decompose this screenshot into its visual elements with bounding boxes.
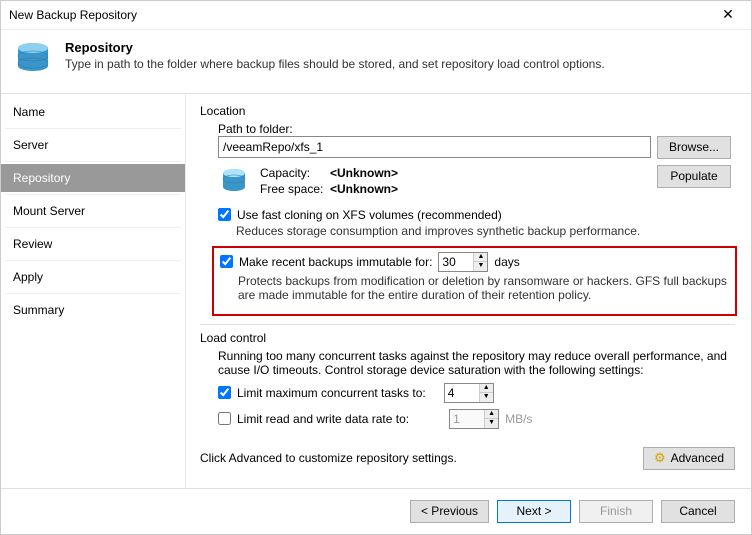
titlebar: New Backup Repository ✕ [1,1,751,30]
limit-tasks-label: Limit maximum concurrent tasks to: [237,386,426,400]
button-bar: < Previous Next > Finish Cancel [1,488,751,534]
populate-button[interactable]: Populate [657,165,731,188]
immutable-days-stepper[interactable]: ▲ ▼ [438,252,488,272]
sidebar-item-repository[interactable]: Repository [1,164,185,192]
limit-tasks-stepper[interactable]: ▲ ▼ [444,383,494,403]
sidebar-item-summary[interactable]: Summary [1,296,185,324]
stepper-up-icon[interactable]: ▲ [480,384,493,393]
path-input[interactable] [218,136,651,158]
finish-button: Finish [579,500,653,523]
limit-tasks-input[interactable] [445,384,479,402]
stepper-down-icon: ▼ [485,419,498,428]
main-panel: Location Path to folder: Browse... [186,94,751,488]
path-label: Path to folder: [218,122,731,136]
stepper-up-icon[interactable]: ▲ [474,253,487,262]
sidebar: Name Server Repository Mount Server Revi… [1,94,186,488]
page-subtitle: Type in path to the folder where backup … [65,57,605,71]
limit-tasks-checkbox[interactable] [218,386,231,399]
capacity-value: <Unknown> [330,166,398,180]
repository-icon [13,38,53,81]
fast-clone-hint: Reduces storage consumption and improves… [236,224,731,238]
page-title: Repository [65,40,605,55]
capacity-label: Capacity: [260,166,324,180]
immutable-label: Make recent backups immutable for: [239,255,432,269]
load-hint: Running too many concurrent tasks agains… [218,349,731,377]
advanced-button[interactable]: ⚙ Advanced [643,447,735,470]
free-space-value: <Unknown> [330,182,398,196]
fast-clone-checkbox[interactable] [218,208,231,221]
free-space-label: Free space: [260,182,324,196]
sidebar-item-review[interactable]: Review [1,230,185,258]
storage-icon [218,165,250,200]
cancel-button[interactable]: Cancel [661,500,735,523]
immutable-unit: days [494,255,519,269]
immutable-days-input[interactable] [439,253,473,271]
limit-rate-stepper: ▲ ▼ [449,409,499,429]
limit-rate-input [450,410,484,428]
previous-button[interactable]: < Previous [410,500,489,523]
limit-rate-unit: MB/s [505,412,532,426]
dialog-window: New Backup Repository ✕ Repository Type … [0,0,752,535]
stepper-up-icon: ▲ [485,410,498,419]
fast-clone-label: Use fast cloning on XFS volumes (recomme… [237,208,502,222]
sidebar-item-name[interactable]: Name [1,98,185,126]
browse-button[interactable]: Browse... [657,136,731,159]
sidebar-item-server[interactable]: Server [1,131,185,159]
immutable-hint: Protects backups from modification or de… [238,274,729,302]
advanced-button-label: Advanced [671,451,724,465]
next-button[interactable]: Next > [497,500,571,523]
header: Repository Type in path to the folder wh… [1,30,751,93]
load-section-label: Load control [200,331,735,345]
advanced-hint: Click Advanced to customize repository s… [200,451,457,465]
close-icon[interactable]: ✕ [713,6,743,23]
immutable-highlight: Make recent backups immutable for: ▲ ▼ d… [212,246,737,316]
sidebar-item-mount-server[interactable]: Mount Server [1,197,185,225]
immutable-checkbox[interactable] [220,255,233,268]
sidebar-item-apply[interactable]: Apply [1,263,185,291]
location-section-label: Location [200,104,735,118]
stepper-down-icon[interactable]: ▼ [474,262,487,271]
window-title: New Backup Repository [9,8,713,22]
gear-icon: ⚙ [654,450,666,466]
stepper-down-icon[interactable]: ▼ [480,393,493,402]
limit-rate-checkbox[interactable] [218,412,231,425]
limit-rate-label: Limit read and write data rate to: [237,412,409,426]
